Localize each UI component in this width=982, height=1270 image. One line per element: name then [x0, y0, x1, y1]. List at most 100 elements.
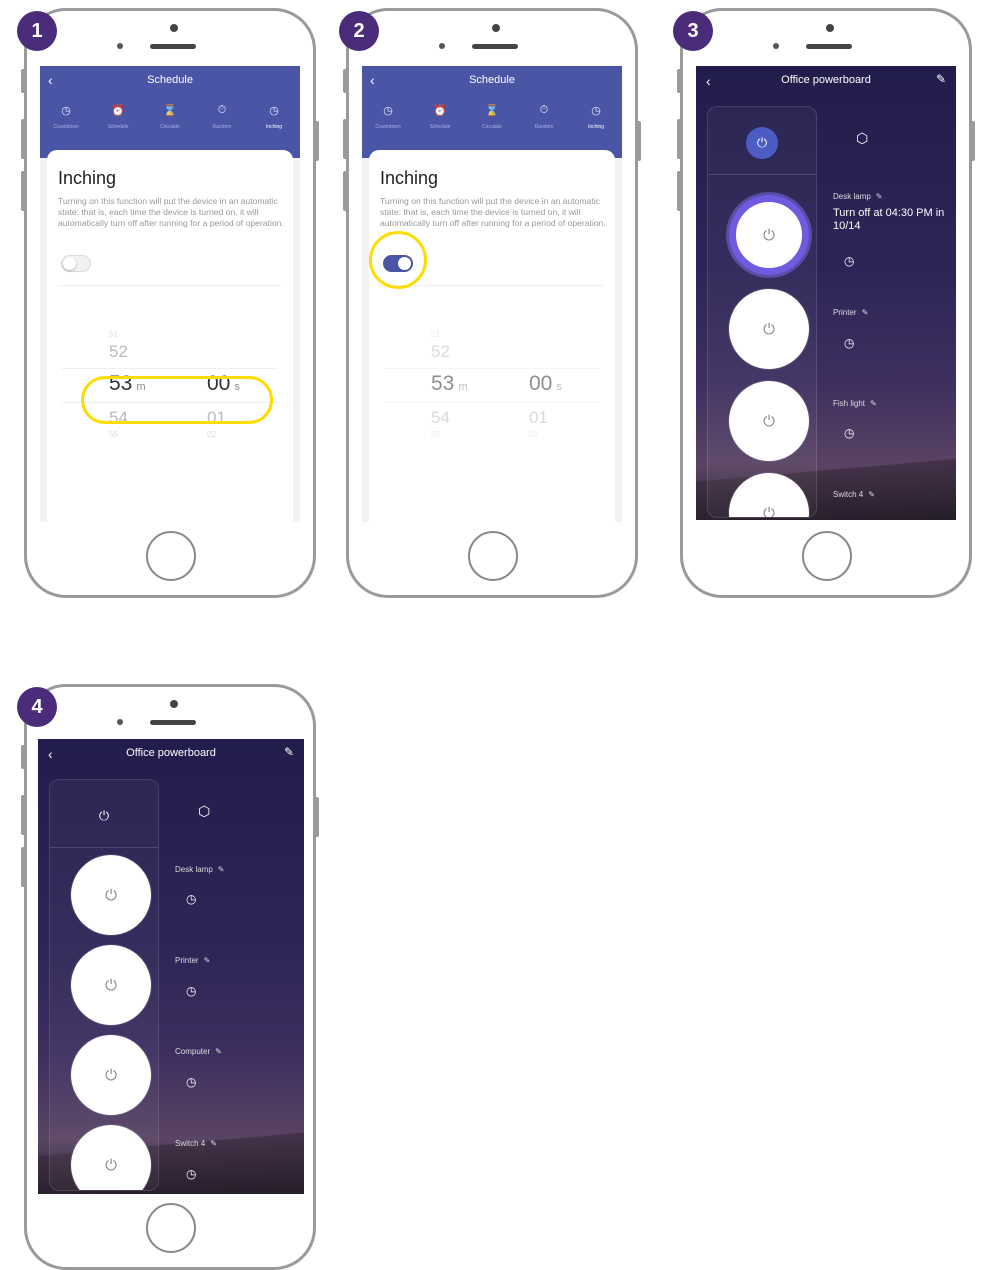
- pencil-icon[interactable]: ✎: [936, 72, 946, 86]
- tab-label: Countdown: [375, 124, 401, 130]
- toggle-knob: [63, 257, 76, 270]
- powerboard-screen: ‹ Office powerboard ✎ ⏻ ⏻ ⏻ ⏻ ⏻ ⬡ Desk l…: [38, 739, 304, 1194]
- switch-label-switch-4[interactable]: Switch 4 ✎: [833, 490, 875, 499]
- tab-label: Schedule: [429, 124, 451, 130]
- picker-minute: 51: [431, 330, 440, 339]
- pencil-icon: ✎: [210, 1139, 217, 1148]
- clock-icon[interactable]: ◷: [186, 892, 196, 906]
- tab-circulate[interactable]: ⌛ Circulate: [144, 104, 196, 130]
- earpiece: [806, 44, 852, 49]
- tab-random[interactable]: ⏱ Random: [196, 104, 248, 130]
- timer-icon: ⏱: [539, 104, 549, 116]
- home-button[interactable]: [146, 531, 196, 581]
- switch-label-computer[interactable]: Computer ✎: [175, 1047, 222, 1056]
- switch-button-desk-lamp[interactable]: ⏻: [729, 195, 809, 275]
- step-badge: 4: [17, 687, 57, 727]
- switch-status: Turn off at 04:30 PM in 10/14: [833, 207, 945, 232]
- front-camera: [117, 719, 123, 725]
- picker-minute-selected: 53 m: [431, 372, 468, 395]
- switch-label-desk-lamp[interactable]: Desk lamp ✎: [833, 192, 883, 201]
- cube-icon[interactable]: ⬡: [856, 130, 868, 147]
- switch-label-printer[interactable]: Printer ✎: [175, 956, 210, 965]
- picker-second: 02: [207, 430, 216, 439]
- pencil-icon[interactable]: ✎: [284, 745, 294, 759]
- phone-1: 1 ‹ Schedule ◷ Countdown ⏰ Schedule ⌛ Circu…: [17, 8, 319, 598]
- home-button[interactable]: [468, 531, 518, 581]
- front-camera: [117, 43, 123, 49]
- switch-button-switch-4[interactable]: ⏻: [71, 1125, 151, 1190]
- inching-card: Inching Turning on this function will pu…: [369, 150, 615, 522]
- powerboard-screen: ‹ Office powerboard ✎ ⏻ ⏻ ⏻ ⏻ ⏻ ⬡ Desk l…: [696, 66, 956, 520]
- front-sensor: [492, 24, 500, 32]
- inching-toggle[interactable]: [61, 255, 91, 272]
- powerboard-header: ‹ Office powerboard ✎: [696, 66, 956, 94]
- timer-tabs: ◷ Countdown ⏰ Schedule ⌛ Circulate ⏱ Random …: [40, 104, 300, 130]
- switch-label-switch-4[interactable]: Switch 4 ✎: [175, 1139, 217, 1148]
- inching-clock-icon: ◷: [269, 105, 279, 117]
- pencil-icon: ✎: [875, 192, 883, 201]
- switch-label-fish-light[interactable]: Fish light ✎: [833, 399, 877, 408]
- power-icon[interactable]: ⏻: [746, 127, 778, 159]
- timer-icon: ⏱: [217, 104, 227, 116]
- hourglass-icon: ⌛: [485, 105, 499, 117]
- picker-second-selected: 00 s: [529, 372, 562, 395]
- phone-4: 4 ‹ Office powerboard ✎ ⏻ ⏻ ⏻ ⏻ ⏻ ⬡ Desk…: [17, 684, 319, 1270]
- powerboard-header: ‹ Office powerboard ✎: [38, 739, 304, 767]
- front-sensor: [170, 700, 178, 708]
- divider: [58, 285, 282, 286]
- tab-countdown[interactable]: ◷ Countdown: [40, 104, 92, 130]
- clock-icon[interactable]: ◷: [844, 254, 854, 268]
- clock-icon[interactable]: ◷: [844, 426, 854, 440]
- clock-icon: ◷: [61, 105, 71, 117]
- card-description: Turning on this function will put the de…: [58, 196, 284, 228]
- pencil-icon: ✎: [217, 865, 225, 874]
- clock-icon[interactable]: ◷: [186, 1075, 196, 1089]
- alarm-clock-icon: ⏰: [433, 105, 447, 117]
- clock-icon[interactable]: ◷: [186, 1167, 196, 1181]
- switch-button-fish-light[interactable]: ⏻: [729, 381, 809, 461]
- tab-label: Random: [534, 124, 554, 130]
- picker-highlight: [81, 376, 273, 424]
- home-button[interactable]: [802, 531, 852, 581]
- earpiece: [472, 44, 518, 49]
- power-icon[interactable]: ⏻: [88, 800, 120, 832]
- switch-label-desk-lamp[interactable]: Desk lamp ✎: [175, 865, 225, 874]
- clock-icon[interactable]: ◷: [844, 336, 854, 350]
- switch-button-desk-lamp[interactable]: ⏻: [71, 855, 151, 935]
- tab-label: Schedule: [107, 124, 129, 130]
- alarm-clock-icon: ⏰: [111, 105, 125, 117]
- picker-minute: 51: [109, 330, 118, 339]
- schedule-header: ‹ Schedule ◷ Countdown ⏰ Schedule ⌛ Circula…: [40, 66, 300, 158]
- card-title: Inching: [380, 168, 439, 188]
- switch-button-computer[interactable]: ⏻: [71, 1035, 151, 1115]
- step-badge: 2: [339, 11, 379, 51]
- tab-random[interactable]: ⏱ Random: [518, 104, 570, 130]
- hourglass-icon: ⌛: [163, 105, 177, 117]
- earpiece: [150, 44, 196, 49]
- picker-minute: 52: [109, 342, 128, 361]
- tab-inching[interactable]: ◷ Inching: [248, 104, 300, 130]
- pencil-icon: ✎: [215, 1047, 222, 1056]
- tab-schedule[interactable]: ⏰ Schedule: [92, 104, 144, 130]
- switch-label-printer[interactable]: Printer ✎: [833, 308, 868, 317]
- tab-label: Countdown: [53, 124, 79, 130]
- page-title: Schedule: [469, 74, 515, 86]
- switch-button-switch-4[interactable]: ⏻: [729, 473, 809, 517]
- tab-circulate[interactable]: ⌛ Circulate: [466, 104, 518, 130]
- switch-button-printer[interactable]: ⏻: [729, 289, 809, 369]
- cube-icon[interactable]: ⬡: [198, 803, 210, 820]
- front-camera: [439, 43, 445, 49]
- card-description: Turning on this function will put the de…: [380, 196, 606, 228]
- tab-inching[interactable]: ◷ Inching: [570, 104, 622, 130]
- clock-icon[interactable]: ◷: [186, 984, 196, 998]
- tab-label: Inching: [587, 124, 605, 130]
- home-button[interactable]: [146, 1203, 196, 1253]
- page-title: Office powerboard: [126, 747, 216, 759]
- picker-minute: 55: [109, 430, 118, 439]
- front-sensor: [170, 24, 178, 32]
- switch-button-printer[interactable]: ⏻: [71, 945, 151, 1025]
- pencil-icon: ✎: [203, 956, 211, 965]
- picker-minute: 55: [431, 430, 440, 439]
- tab-schedule[interactable]: ⏰ Schedule: [414, 104, 466, 130]
- tab-countdown[interactable]: ◷ Countdown: [362, 104, 414, 130]
